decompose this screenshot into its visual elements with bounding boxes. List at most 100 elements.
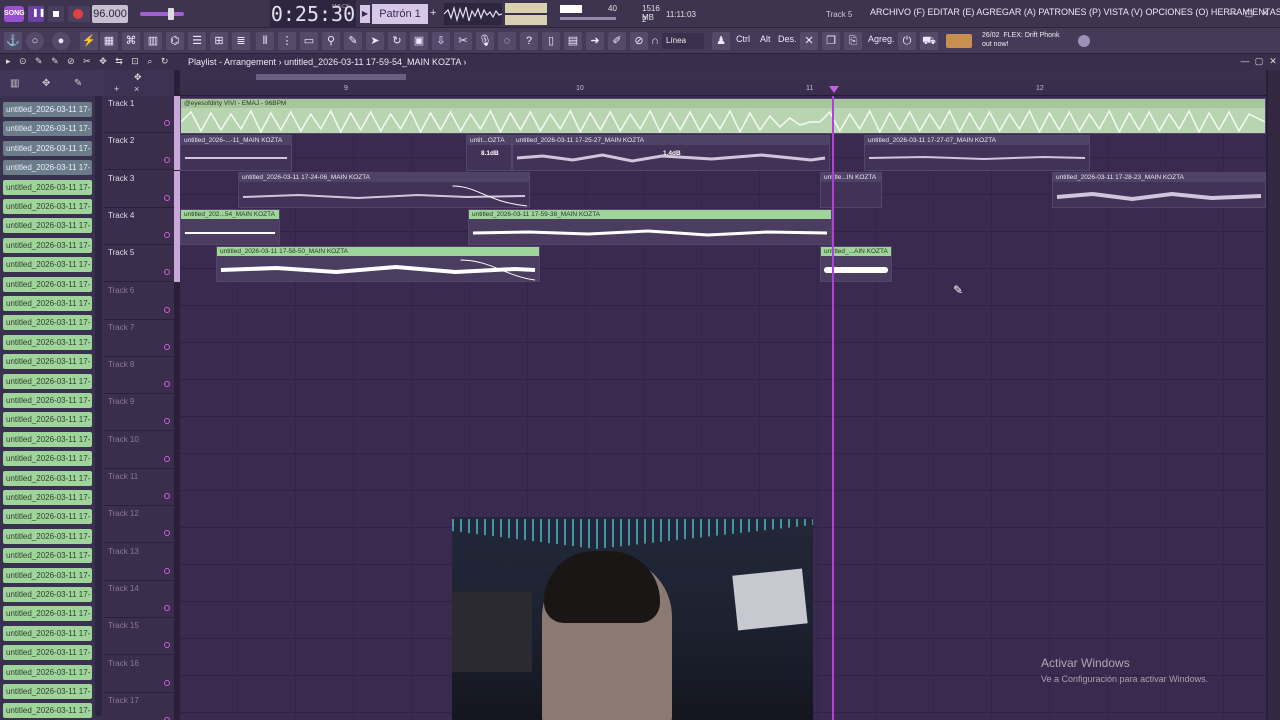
des-button[interactable]: Des. xyxy=(778,34,797,44)
playlist-maximize-button[interactable]: ▢ xyxy=(1254,56,1264,66)
playlist-close-button[interactable]: ✕ xyxy=(1268,56,1278,66)
loop-icon[interactable]: ↻ xyxy=(388,32,406,50)
snap-dropdown[interactable]: Línea xyxy=(662,33,704,49)
audio-clip[interactable]: untitled_2026-...-11_MAIN KOZTA xyxy=(180,135,292,171)
audio-clip[interactable]: untitled_202...54_MAIN KOZTA xyxy=(180,209,280,245)
track-header[interactable]: Track 4 xyxy=(104,207,180,245)
track-mute-icon[interactable] xyxy=(164,120,170,126)
delete-icon[interactable]: ✕ xyxy=(800,32,818,50)
tool-6-icon[interactable]: ☰ xyxy=(188,32,206,50)
playlist-tool-icons[interactable]: ▸ ⊙ ✎ ✎ ⊘ ✂ ✥ ⇆ ⊡ ⌕ ↻ xyxy=(6,56,171,67)
cart-icon[interactable]: ⛟ xyxy=(920,32,938,50)
browser-clip-item[interactable]: untitled_2026-03-11 17- xyxy=(3,257,92,273)
track-mute-icon[interactable] xyxy=(164,381,170,388)
browser-clip-item[interactable]: untitled_2026-03-11 17- xyxy=(3,451,92,467)
track-mute-icon[interactable] xyxy=(164,269,170,276)
track-header[interactable]: Track 13 xyxy=(104,544,174,581)
browser-clip-item[interactable]: untitled_2026-03-11 17- xyxy=(3,606,92,622)
maximize-button[interactable]: ▢ xyxy=(1244,8,1254,18)
browser-grid-icon[interactable]: ▥ xyxy=(10,78,19,89)
browser-clip-item[interactable]: untitled_2026-03-11 17- xyxy=(3,528,92,544)
tool-5-icon[interactable]: ⌬ xyxy=(166,32,184,50)
browser-move-icon[interactable]: ✥ xyxy=(42,78,50,89)
track-header[interactable]: Track 17 xyxy=(104,693,174,720)
browser-clip-item[interactable]: untitled_2026-03-11 17- xyxy=(3,625,92,641)
audio-clip[interactable]: untitled_2026-03-11 17-58-50_MAIN KOZTA xyxy=(216,246,540,282)
track-mute-icon[interactable] xyxy=(164,194,170,201)
main-menu[interactable]: ARCHIVO (F) EDITAR (E) AGREGAR (A) PATRO… xyxy=(870,7,1280,17)
plugin-icon[interactable]: ⚲ xyxy=(322,32,340,50)
browser-clip-item[interactable]: untitled_2026-03-11 17- xyxy=(3,218,92,234)
track-header[interactable]: Track 7 xyxy=(104,320,174,357)
browser-clip-item[interactable]: untitled_2026-03-11 17- xyxy=(3,102,92,117)
track-mute-icon[interactable] xyxy=(164,418,170,425)
zoom-icon[interactable]: ✥ xyxy=(134,72,142,83)
audio-clip[interactable]: untitle...IN KOZTA xyxy=(820,172,882,208)
pause-button[interactable] xyxy=(28,6,45,22)
browser-clip-item[interactable]: untitled_2026-03-11 17- xyxy=(3,509,92,525)
browser-icon[interactable]: ✎ xyxy=(344,32,362,50)
mixer-icon[interactable]: ⫴ xyxy=(256,32,274,50)
pen-icon[interactable]: ✐ xyxy=(608,32,626,50)
tool-1-icon[interactable]: ⚡ xyxy=(80,32,98,50)
track-mute-icon[interactable] xyxy=(164,493,170,499)
arrow-icon[interactable]: ➜ xyxy=(586,32,604,50)
browser-clip-item[interactable]: untitled_2026-03-11 17- xyxy=(3,587,92,602)
tempo-display[interactable]: 96.000 xyxy=(92,5,128,23)
browser-clip-item[interactable]: untitled_2026-03-11 17- xyxy=(3,121,92,137)
track-mute-icon[interactable] xyxy=(164,455,170,462)
add-track-icon[interactable]: + xyxy=(114,84,119,94)
audio-clip[interactable]: untitled_2026-03-11 17-24-06_MAIN KOZTA xyxy=(238,172,530,208)
playhead[interactable] xyxy=(832,96,834,720)
record-button[interactable] xyxy=(68,6,90,22)
tool-8-icon[interactable]: ≣ xyxy=(232,32,250,50)
track-mute-icon[interactable] xyxy=(164,642,170,649)
close-button[interactable]: ✕ xyxy=(1260,8,1270,18)
browser-clip-item[interactable]: untitled_2026-03-11 17- xyxy=(3,160,92,176)
render-icon[interactable]: ⇩ xyxy=(432,32,450,50)
hint-icon[interactable]: ⚓ xyxy=(4,32,22,50)
browser-clip-item[interactable]: untitled_2026-03-11 17- xyxy=(3,664,92,680)
browser-clip-item[interactable]: untitled_2026-03-11 17- xyxy=(3,684,92,699)
track-header[interactable]: Track 14 xyxy=(104,581,174,618)
browser-clip-item[interactable]: untitled_2026-03-11 17- xyxy=(3,567,92,583)
flex-thumbnail[interactable] xyxy=(946,34,972,48)
copy-icon[interactable]: ❐ xyxy=(822,32,840,50)
channel-rack-icon[interactable]: ⋮ xyxy=(278,32,296,50)
browser-clip-item[interactable]: untitled_2026-03-11 17- xyxy=(3,140,92,156)
browser-clip-item[interactable]: untitled_2026-03-11 17- xyxy=(3,334,92,350)
track-header[interactable]: Track 5 xyxy=(104,245,180,283)
browser-clip-item[interactable]: untitled_2026-03-11 17- xyxy=(3,237,92,253)
remove-track-icon[interactable]: × xyxy=(134,84,139,94)
app-logo-icon[interactable]: SONG xyxy=(4,6,25,22)
stop-button[interactable] xyxy=(48,6,64,22)
pattern-selector[interactable]: Patrón 1 xyxy=(372,4,428,24)
link-icon[interactable]: ⊘ xyxy=(630,32,648,50)
track-header[interactable]: Track 8 xyxy=(104,357,174,395)
audio-clip-beat[interactable]: @eyesofdirty VIVI - EMAJ - 96BPM xyxy=(180,98,1266,134)
track-mute-icon[interactable] xyxy=(164,679,170,686)
save-icon[interactable]: ▣ xyxy=(410,32,428,50)
track-mute-icon[interactable] xyxy=(164,343,170,350)
track-header[interactable]: Track 2 xyxy=(104,133,180,171)
news-settings-icon[interactable] xyxy=(1078,35,1090,47)
minimize-button[interactable]: — xyxy=(1228,8,1238,18)
pattern-arrow-icon[interactable]: ▶ xyxy=(360,5,370,23)
track-header[interactable]: Track 6 xyxy=(104,283,174,320)
tool-7-icon[interactable]: ⊞ xyxy=(210,32,228,50)
timeline-ruler[interactable]: 9 10 11 12 xyxy=(180,84,1266,96)
browser-clip-item[interactable]: untitled_2026-03-11 17- xyxy=(3,276,92,292)
stamp-icon[interactable]: ♟ xyxy=(712,32,730,50)
track-mute-icon[interactable] xyxy=(164,604,170,611)
audio-clip[interactable]: untit...OZTA 8.1dB xyxy=(466,135,512,171)
alt-button[interactable]: Alt xyxy=(760,34,771,44)
metronome-icon[interactable]: ○ xyxy=(26,32,44,50)
track-header[interactable]: Track 16 xyxy=(104,656,174,693)
playlist-overview[interactable] xyxy=(180,70,1266,84)
playlist-minimize-button[interactable]: — xyxy=(1240,56,1250,66)
audio-clip[interactable]: untitled_2026-03-11 17-27-07_MAIN KOZTA xyxy=(864,135,1090,171)
track-header[interactable]: Track 3 xyxy=(104,170,180,208)
track-header[interactable]: Track 11 xyxy=(104,469,174,506)
browser-scrollbar[interactable] xyxy=(95,96,102,716)
ctrl-button[interactable]: Ctrl xyxy=(736,34,750,44)
